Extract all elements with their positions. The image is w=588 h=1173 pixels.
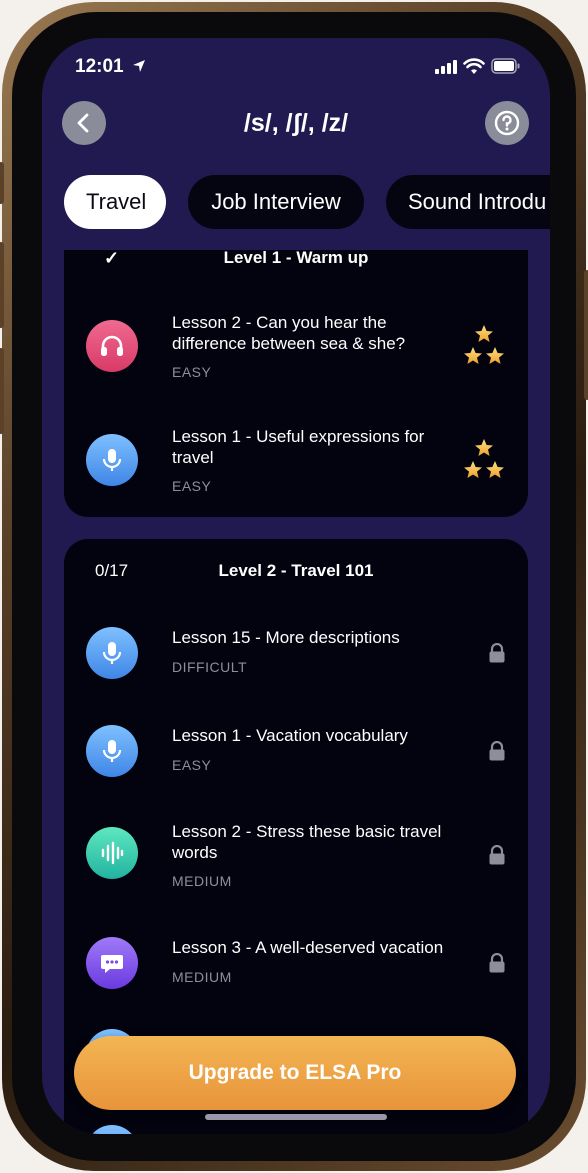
- lesson-title: Lesson 3 - A well-deserved vacation: [172, 938, 444, 957]
- lock-icon: [489, 741, 505, 761]
- microphone-icon: [86, 434, 138, 486]
- lesson-difficulty: DIFFICULT: [172, 659, 248, 675]
- lesson-row[interactable]: Lesson 3 - A well-deserved vacation MEDI…: [64, 929, 528, 1009]
- microphone-icon: [86, 627, 138, 679]
- wifi-icon: [463, 58, 485, 74]
- headphones-icon: [86, 320, 138, 372]
- three-stars-icon: [464, 325, 504, 364]
- lesson-title: Lesson 1 - Useful expressions for travel: [172, 427, 425, 467]
- category-tabs: Travel Job Interview Sound Introdu: [42, 173, 550, 231]
- location-arrow-icon: [133, 60, 145, 72]
- lesson-row[interactable]: Lesson 2 - Can you hear the difference b…: [64, 306, 528, 396]
- volume-up-button: [0, 242, 4, 328]
- level-2-header: 0/17 Level 2 - Travel 101: [64, 561, 528, 591]
- tab-sound-introduction[interactable]: Sound Introdu: [386, 175, 550, 229]
- lock-icon: [489, 953, 505, 973]
- app-screen: 12:01 /s/, /ʃ/, /z/ Travel Job Interview…: [42, 38, 550, 1134]
- home-indicator: [205, 1114, 387, 1120]
- mute-switch: [0, 162, 4, 204]
- upgrade-button[interactable]: Upgrade to ELSA Pro: [74, 1036, 516, 1110]
- lesson-difficulty: MEDIUM: [172, 969, 232, 985]
- lesson-title: Lesson 2 - Can you hear the difference b…: [172, 313, 406, 353]
- level-1-card: ✓ Level 1 - Warm up Lesson 2 - Can you h…: [64, 250, 528, 517]
- battery-icon: [491, 58, 520, 74]
- level-1-title: Level 1 - Warm up: [223, 250, 369, 267]
- help-button[interactable]: [485, 101, 529, 145]
- tab-job-interview[interactable]: Job Interview: [188, 175, 364, 229]
- question-mark-icon: [494, 110, 520, 136]
- level-2-title: Level 2 - Travel 101: [218, 561, 374, 580]
- lesson-difficulty: MEDIUM: [172, 873, 232, 889]
- lesson-title: Lesson 2 - Stress these basic travel wor…: [172, 822, 442, 862]
- level-1-header: ✓ Level 1 - Warm up: [64, 250, 528, 280]
- microphone-icon: [86, 725, 138, 777]
- lesson-row[interactable]: Lesson 1 - Useful expressions for travel…: [64, 420, 528, 510]
- lock-icon: [489, 643, 505, 663]
- lesson-title: Lesson 1 - Vacation vocabulary: [172, 726, 408, 745]
- lesson-row[interactable]: Lesson 15 - More descriptions DIFFICULT: [64, 619, 528, 699]
- lesson-icon-partial: [86, 1125, 138, 1134]
- chat-bubble-icon: [86, 937, 138, 989]
- lesson-difficulty: EASY: [172, 757, 212, 773]
- lesson-row[interactable]: Lesson 1 - Vacation vocabulary EASY: [64, 717, 528, 797]
- tab-travel[interactable]: Travel: [64, 175, 166, 229]
- volume-down-button: [0, 348, 4, 434]
- sound-wave-icon: [86, 827, 138, 879]
- lesson-difficulty: EASY: [172, 478, 212, 494]
- lesson-difficulty: EASY: [172, 364, 212, 380]
- status-time: 12:01: [75, 56, 124, 77]
- cellular-signal-icon: [435, 60, 457, 74]
- lock-icon: [489, 845, 505, 865]
- three-stars-icon: [464, 439, 504, 478]
- status-bar: 12:01: [42, 38, 550, 98]
- power-button: [584, 270, 588, 400]
- nav-header: /s/, /ʃ/, /z/: [42, 98, 550, 156]
- page-title: /s/, /ʃ/, /z/: [243, 109, 349, 137]
- lesson-row[interactable]: Lesson 2 - Stress these basic travel wor…: [64, 813, 528, 903]
- lesson-title: Lesson 15 - More descriptions: [172, 628, 400, 647]
